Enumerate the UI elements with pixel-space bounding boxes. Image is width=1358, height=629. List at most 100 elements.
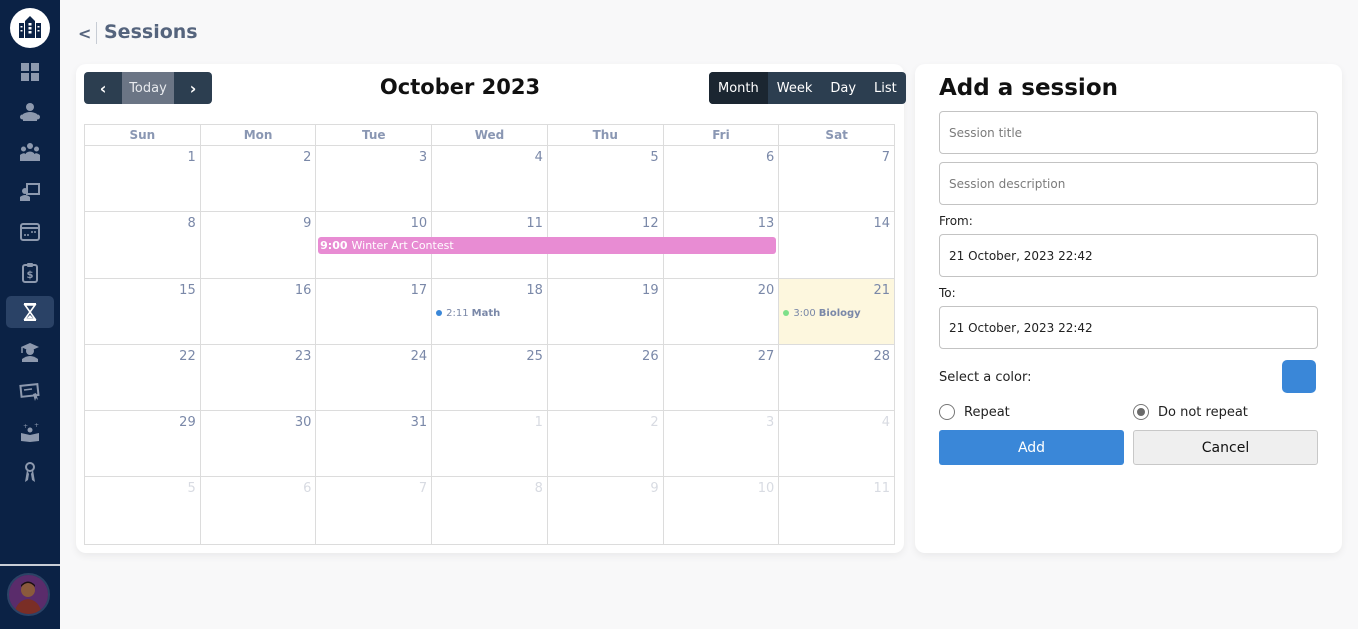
day-number[interactable]: 28	[873, 349, 890, 364]
back-button[interactable]: <	[78, 24, 92, 43]
day-cell[interactable]: 8	[85, 212, 200, 277]
day-number[interactable]: 14	[873, 216, 890, 231]
day-cell[interactable]: 3	[662, 411, 779, 477]
day-cell[interactable]: 2	[199, 146, 316, 212]
day-number[interactable]: 17	[411, 283, 428, 298]
view-list-button[interactable]: List	[865, 72, 906, 104]
day-cell[interactable]: 30	[199, 411, 316, 477]
day-number[interactable]: 8	[187, 216, 195, 231]
user-avatar[interactable]	[7, 573, 50, 616]
day-cell[interactable]: 7	[778, 146, 894, 212]
day-number[interactable]: 27	[758, 349, 775, 364]
day-cell[interactable]: 28	[778, 344, 894, 411]
day-cell[interactable]: 6	[662, 146, 779, 212]
repeat-radio[interactable]: Repeat	[939, 404, 1010, 420]
day-number[interactable]: 7	[419, 481, 427, 496]
day-number[interactable]: 20	[758, 283, 775, 298]
day-number[interactable]: 15	[179, 283, 196, 298]
day-number[interactable]: 6	[303, 481, 311, 496]
day-number[interactable]: 13	[758, 216, 775, 231]
view-day-button[interactable]: Day	[821, 72, 865, 104]
day-number[interactable]: 3	[766, 415, 774, 430]
day-cell[interactable]: 3	[315, 146, 431, 212]
day-number[interactable]: 21	[873, 283, 890, 298]
day-cell[interactable]: 22	[85, 345, 200, 410]
day-cell[interactable]: 23	[199, 344, 316, 411]
view-week-button[interactable]: Week	[768, 72, 822, 104]
day-number[interactable]: 18	[526, 283, 543, 298]
day-cell[interactable]: 2	[546, 411, 663, 477]
sidebar-item-dashboard[interactable]	[6, 56, 54, 88]
day-number[interactable]: 24	[411, 349, 428, 364]
day-cell[interactable]: 5	[546, 146, 663, 212]
do-not-repeat-radio[interactable]: Do not repeat	[1133, 404, 1248, 420]
day-cell[interactable]: 9	[199, 212, 316, 278]
sidebar-item-graduates[interactable]	[6, 336, 54, 368]
event-item[interactable]: 3:00 Biology	[783, 308, 861, 319]
day-number[interactable]: 2	[303, 150, 311, 165]
sidebar-item-library[interactable]: + +	[6, 416, 54, 448]
sidebar-item-payments[interactable]: $	[6, 256, 54, 288]
sidebar-item-keys[interactable]	[6, 456, 54, 488]
day-cell[interactable]: 9	[546, 477, 663, 544]
day-cell[interactable]: 4	[431, 146, 547, 212]
day-number[interactable]: 9	[650, 481, 658, 496]
day-cell[interactable]: 15	[85, 279, 200, 344]
day-cell[interactable]: 7	[315, 477, 431, 544]
day-number[interactable]: 11	[873, 481, 890, 496]
day-cell[interactable]: 27	[662, 344, 779, 411]
view-month-button[interactable]: Month	[709, 72, 768, 104]
color-picker[interactable]	[1282, 360, 1316, 393]
day-number[interactable]: 4	[535, 150, 543, 165]
day-cell[interactable]: 26	[546, 344, 663, 411]
day-cell-today[interactable]: 21 3:00 Biology	[778, 278, 895, 344]
from-datetime-input[interactable]	[939, 234, 1318, 277]
cancel-button[interactable]: Cancel	[1133, 430, 1318, 465]
day-cell[interactable]: 24	[315, 344, 431, 411]
day-number[interactable]: 16	[295, 283, 312, 298]
day-number[interactable]: 1	[187, 150, 195, 165]
day-cell[interactable]: 16	[199, 278, 316, 344]
day-number[interactable]: 23	[295, 349, 312, 364]
day-number[interactable]: 9	[303, 216, 311, 231]
session-description-input[interactable]	[939, 162, 1318, 205]
day-cell[interactable]: 18 2:11 Math	[431, 278, 547, 344]
session-title-input[interactable]	[939, 111, 1318, 154]
sidebar-item-groups[interactable]	[6, 136, 54, 168]
day-number[interactable]: 30	[295, 415, 312, 430]
day-cell[interactable]: 19	[546, 278, 663, 344]
day-number[interactable]: 29	[179, 415, 196, 430]
day-cell[interactable]: 1	[85, 146, 200, 211]
repeat-radio-circle[interactable]	[939, 404, 955, 420]
day-cell[interactable]: 25	[431, 344, 547, 411]
day-number[interactable]: 2	[650, 415, 658, 430]
day-number[interactable]: 19	[642, 283, 659, 298]
sidebar-item-students[interactable]	[6, 96, 54, 128]
day-number[interactable]: 26	[642, 349, 659, 364]
day-cell[interactable]: 29	[85, 411, 200, 476]
day-cell[interactable]: 31	[315, 411, 431, 477]
day-number[interactable]: 31	[411, 415, 428, 430]
day-number[interactable]: 8	[535, 481, 543, 496]
day-cell[interactable]: 6	[199, 477, 316, 544]
day-cell[interactable]: 20	[662, 278, 779, 344]
day-cell[interactable]: 1	[431, 411, 547, 477]
day-cell[interactable]: 8	[431, 477, 547, 544]
day-number[interactable]: 22	[179, 349, 196, 364]
event-item[interactable]: 2:11 Math	[436, 308, 500, 319]
day-number[interactable]: 1	[535, 415, 543, 430]
day-number[interactable]: 4	[882, 415, 890, 430]
to-datetime-input[interactable]	[939, 306, 1318, 349]
day-number[interactable]: 7	[882, 150, 890, 165]
day-number[interactable]: 3	[419, 150, 427, 165]
day-number[interactable]: 10	[758, 481, 775, 496]
day-number[interactable]: 11	[526, 216, 543, 231]
sidebar-item-sessions[interactable]	[6, 296, 54, 328]
day-cell[interactable]: 4	[778, 411, 894, 477]
day-cell[interactable]: 5	[85, 477, 200, 543]
day-cell[interactable]: 11	[778, 477, 894, 544]
day-number[interactable]: 25	[526, 349, 543, 364]
day-cell[interactable]: 17	[315, 278, 431, 344]
day-number[interactable]: 5	[187, 481, 195, 496]
day-number[interactable]: 6	[766, 150, 774, 165]
